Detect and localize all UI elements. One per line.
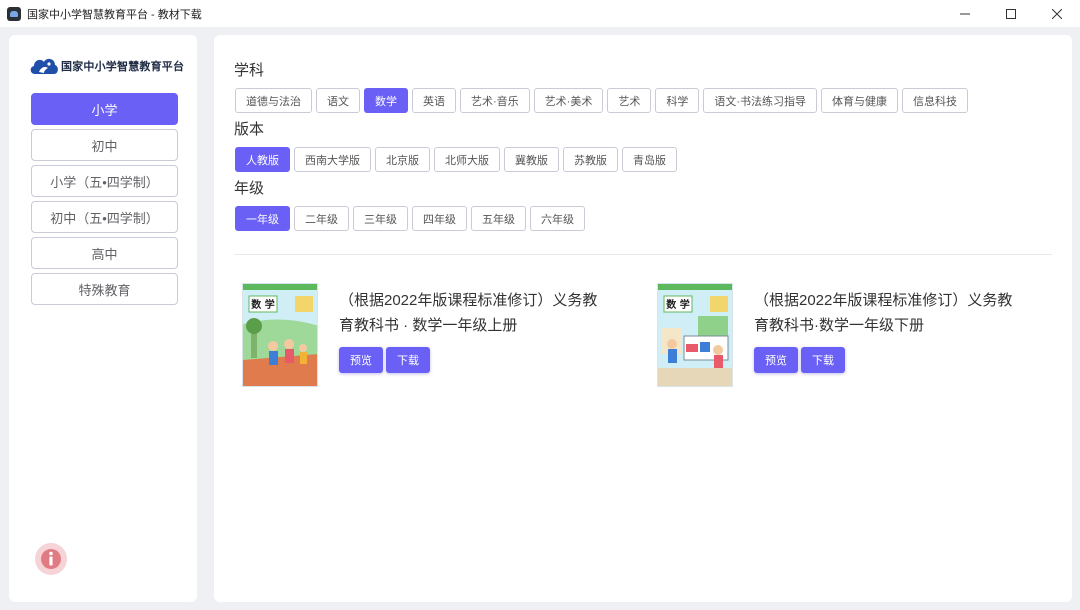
book-cover-illustration: 数 学 [658,284,732,386]
book-cover-illustration: 数 学 [243,284,317,386]
minimize-button[interactable] [942,0,988,27]
download-button[interactable]: 下载 [386,347,430,373]
grade-filter: 一年级 二年级 三年级 四年级 五年级 六年级 [235,206,589,231]
book-info: （根据2022年版课程标准修订）义务教育教科书 · 数学一年级上册 预览 下载 [339,283,609,387]
sidebar: 国家中小学智慧教育平台 小学 初中 小学（五•四学制） 初中（五•四学制） 高中… [9,35,197,602]
subject-chip[interactable]: 科学 [655,88,700,113]
maximize-button[interactable] [988,0,1034,27]
subject-filter: 道德与法治 语文 数学 英语 艺术·音乐 艺术·美术 艺术 科学 语文·书法练习… [235,88,972,113]
subject-label: 学科 [234,62,265,79]
window-title: 国家中小学智慧教育平台 - 教材下载 [27,8,202,21]
nav-item-primary[interactable]: 小学 [31,93,178,125]
nav-item-junior-54[interactable]: 初中（五•四学制） [31,201,178,233]
platform-logo: 国家中小学智慧教育平台 [29,54,184,78]
edition-label: 版本 [234,121,265,138]
book-card: 数 学 （根据2022年版课程标准修订）义务教育教科书·数学一年级下册 预览 下… [657,283,1024,387]
subject-chip[interactable]: 艺术·音乐 [460,88,530,113]
subject-chip-selected[interactable]: 数学 [364,88,408,113]
logo-text: 国家中小学智慧教育平台 [61,61,185,73]
title-bar: 国家中小学智慧教育平台 - 教材下载 [0,0,1080,27]
subject-chip[interactable]: 英语 [412,88,456,113]
preview-button[interactable]: 预览 [754,347,798,373]
book-title: （根据2022年版课程标准修订）义务教育教科书 · 数学一年级上册 [339,292,598,334]
grade-chip[interactable]: 三年级 [353,206,408,231]
subject-chip[interactable]: 艺术 [607,88,652,113]
download-button[interactable]: 下载 [801,347,845,373]
info-icon [41,549,61,569]
grade-chip-selected[interactable]: 一年级 [235,206,290,231]
info-button[interactable] [35,543,67,575]
nav-item-primary-54[interactable]: 小学（五•四学制） [31,165,178,197]
nav-item-junior[interactable]: 初中 [31,129,178,161]
close-icon [1052,8,1062,19]
close-button[interactable] [1034,0,1080,27]
edition-chip[interactable]: 冀教版 [504,147,559,172]
subject-chip[interactable]: 体育与健康 [821,88,899,113]
grade-chip[interactable]: 五年级 [471,206,526,231]
app-icon [7,6,21,21]
subject-chip[interactable]: 艺术·美术 [533,88,604,113]
window-controls [942,0,1080,27]
edition-chip[interactable]: 西南大学版 [294,147,371,172]
book-title: （根据2022年版课程标准修订）义务教育教科书·数学一年级下册 [754,292,1013,334]
edition-chip[interactable]: 苏教版 [563,147,618,172]
grade-chip[interactable]: 六年级 [530,206,585,231]
book-info: （根据2022年版课程标准修订）义务教育教科书·数学一年级下册 预览 下载 [754,283,1024,387]
cover-title: 数 学 [666,298,689,311]
edition-chip-selected[interactable]: 人教版 [235,147,290,172]
main-panel: 学科 道德与法治 语文 数学 英语 艺术·音乐 艺术·美术 艺术 科学 语文·书… [214,35,1072,602]
cover-title: 数 学 [251,298,274,311]
cloud-logo-icon [30,58,58,74]
book-card: 数 学 （根据2022年版课程标准修订）义务教育教科书 · 数学一年级上册 预览… [242,283,609,387]
book-cover[interactable]: 数 学 [242,283,318,387]
subject-chip[interactable]: 语文 [316,88,360,113]
grade-chip[interactable]: 四年级 [412,206,467,231]
edition-chip[interactable]: 北师大版 [434,147,500,172]
maximize-icon [1006,8,1016,19]
edition-chip[interactable]: 青岛版 [622,147,677,172]
book-cover[interactable]: 数 学 [657,283,733,387]
edition-chip[interactable]: 北京版 [375,147,430,172]
grade-chip[interactable]: 二年级 [294,206,349,231]
edition-filter: 人教版 西南大学版 北京版 北师大版 冀教版 苏教版 青岛版 [235,147,681,172]
nav-item-senior[interactable]: 高中 [31,237,178,269]
subject-chip[interactable]: 道德与法治 [235,88,312,113]
nav-item-special[interactable]: 特殊教育 [31,273,178,305]
level-nav: 小学 初中 小学（五•四学制） 初中（五•四学制） 高中 特殊教育 [31,93,178,309]
minimize-icon [960,13,970,14]
book-actions: 预览 下载 [339,347,609,373]
subject-chip[interactable]: 信息科技 [902,88,969,113]
subject-chip[interactable]: 语文·书法练习指导 [703,88,818,113]
divider [234,254,1052,255]
grade-label: 年级 [234,180,265,197]
book-actions: 预览 下载 [754,347,1024,373]
preview-button[interactable]: 预览 [339,347,383,373]
